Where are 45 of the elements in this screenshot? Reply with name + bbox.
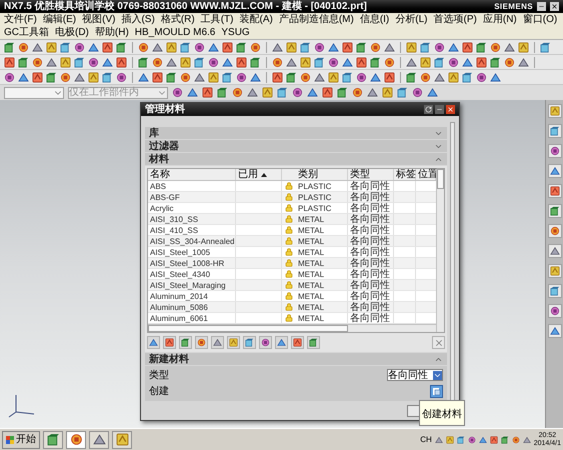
table-cell: Acrylic <box>150 202 174 214</box>
dialog-title: 管理材料 <box>145 104 185 116</box>
brand-label: SIEMENS <box>494 0 533 12</box>
table-cell: Aluminum_2014 <box>150 290 208 302</box>
table-cell: METAL <box>298 312 324 324</box>
create-label: 创建 <box>149 386 169 397</box>
window-title: NX7.5 优胜模具培训学校 0769-88031060 WWW.MJZL.COM - 建模 - [040102.prt] <box>4 0 367 12</box>
table-cell: 各向同性 <box>350 236 390 246</box>
table-cell: 各向同性 <box>350 302 390 312</box>
table-cell: 各向同性 <box>350 258 390 268</box>
table-cell: METAL <box>298 246 324 258</box>
table-cell: METAL <box>298 268 324 280</box>
table-cell: 各向同性 <box>350 180 390 192</box>
table-cell: AISI_SS_304-Annealed <box>150 236 235 246</box>
table-cell: Aluminum_5086 <box>150 302 208 312</box>
table-cell: 各向同性 <box>350 290 390 302</box>
type-label: 类型 <box>149 370 169 380</box>
table-cell: METAL <box>298 290 324 302</box>
table-cell: 各向同性 <box>350 268 390 280</box>
table-cell: AISI_Steel_Maraging <box>150 280 226 290</box>
table-cell: AISI_410_SS <box>150 224 198 236</box>
table-cell: METAL <box>298 258 324 268</box>
table-cell: 各向同性 <box>350 202 390 214</box>
table-cell: PLASTIC <box>298 202 332 214</box>
table-cell: METAL <box>298 302 324 312</box>
table-cell: METAL <box>298 224 324 236</box>
table-cell: 各向同性 <box>350 192 390 202</box>
table-cell: ABS <box>150 180 166 192</box>
tooltip: 创建材料 <box>419 400 465 426</box>
table-cell: METAL <box>298 214 324 224</box>
table-cell: 各向同性 <box>350 280 390 290</box>
table-cell: ABS-GF <box>150 192 180 202</box>
table-cell: AISI_Steel_4340 <box>150 268 210 280</box>
table-cell: PLASTIC <box>298 180 332 192</box>
table-cell: AISI_Steel_1005 <box>150 246 210 258</box>
table-cell: AISI_310_SS <box>150 214 198 224</box>
table-cell: Aluminum_6061 <box>150 312 208 324</box>
table-cell: 各向同性 <box>350 214 390 224</box>
table-cell: PLASTIC <box>298 192 332 202</box>
table-cell: AISI_Steel_1008-HR <box>150 258 224 268</box>
table-cell: 各向同性 <box>350 312 390 324</box>
table-cell: METAL <box>298 236 324 246</box>
table-cell: METAL <box>298 280 324 290</box>
table-cell: 各向同性 <box>350 246 390 258</box>
table-cell: 各向同性 <box>350 224 390 236</box>
